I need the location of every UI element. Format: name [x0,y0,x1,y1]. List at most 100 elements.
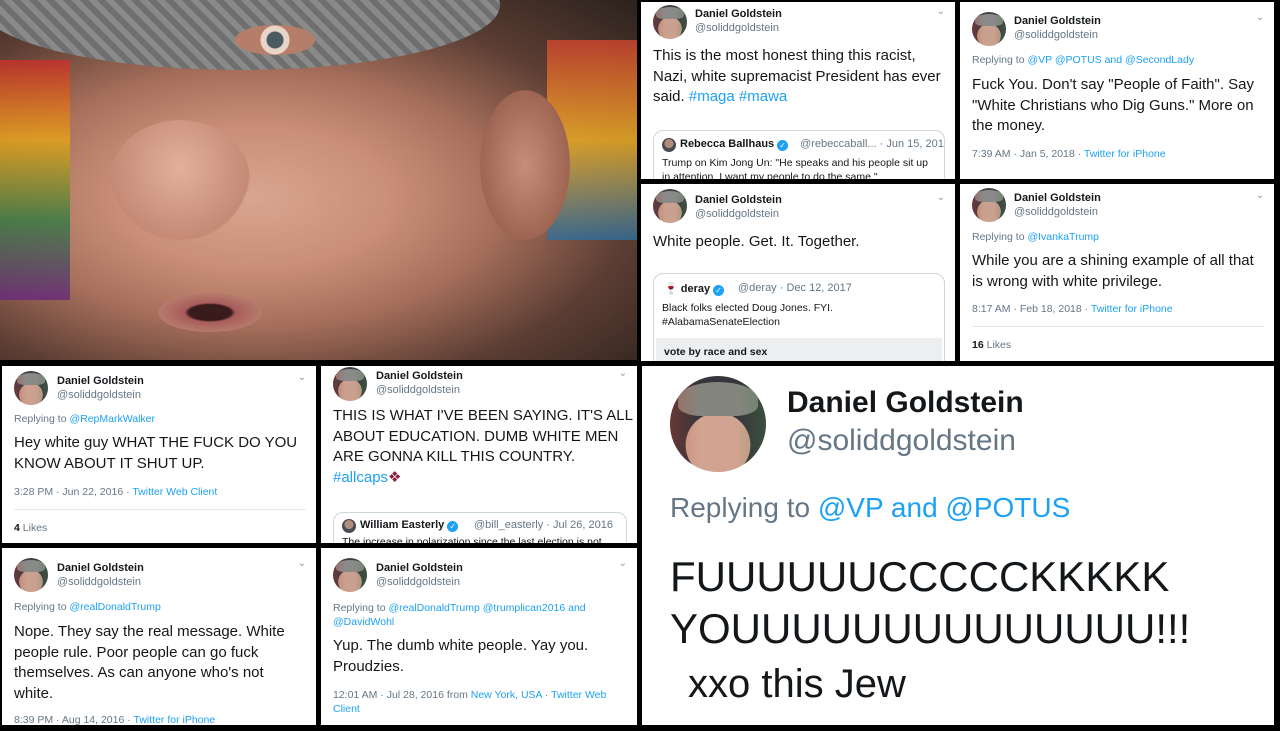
tweet-card[interactable]: Daniel Goldstein @soliddgoldstein ⌄ Whit… [641,184,955,361]
author-name[interactable]: Daniel Goldstein [1014,15,1101,27]
quote-author-name: Rebecca Ballhaus ✓ [680,138,789,151]
tweet-meta: 8:39 PM · Aug 14, 2016 · Twitter for iPh… [14,714,216,725]
divider [14,509,306,510]
likes-count[interactable]: 4 Likes [14,522,47,534]
avatar[interactable] [653,5,687,39]
replying-to: Replying to @realDonaldTrump @trumplican… [333,602,586,628]
divider [972,326,1264,327]
chevron-down-icon[interactable]: ⌄ [937,6,945,17]
quote-avatar [342,519,356,533]
author-name[interactable]: Daniel Goldstein [695,8,782,20]
avatar[interactable] [333,558,367,592]
avatar[interactable] [14,558,48,592]
tweet-card-large[interactable]: Daniel Goldstein @soliddgoldstein Replyi… [642,366,1274,725]
quoted-tweet[interactable]: William Easterly ✓ @bill_easterly · Jul 2… [333,512,627,543]
author-name[interactable]: Daniel Goldstein [695,194,782,206]
nose-shape [110,120,250,240]
client-link[interactable]: Twitter Web Client [132,486,217,498]
verified-icon: ✓ [777,140,789,151]
tweet-card[interactable]: Daniel Goldstein @soliddgoldstein ⌄ This… [641,2,955,179]
avatar[interactable] [653,189,687,223]
author-name[interactable]: Daniel Goldstein [787,386,1024,420]
client-link[interactable]: Twitter for iPhone [1091,303,1173,315]
author-handle[interactable]: @soliddgoldstein [695,22,779,34]
location-link[interactable]: New York, USA [471,689,542,701]
quote-avatar [662,138,676,152]
author-name[interactable]: Daniel Goldstein [376,562,463,574]
quote-author-name: 🍷 deray ✓ [664,282,725,296]
verified-icon: ✓ [713,285,725,296]
avatar[interactable] [670,376,766,472]
ear-shape [480,90,570,240]
chevron-down-icon[interactable]: ⌄ [298,372,306,383]
chevron-down-icon[interactable]: ⌄ [1256,190,1264,201]
quote-text: Trump on Kim Jong Un: "He speaks and his… [662,157,928,179]
tweet-card[interactable]: Daniel Goldstein @soliddgoldstein ⌄ Repl… [321,548,637,725]
quote-meta: @rebeccaball... · Jun 15, 2018 [800,138,945,150]
author-name[interactable]: Daniel Goldstein [376,370,463,382]
chevron-down-icon[interactable]: ⌄ [619,558,627,569]
replying-to: Replying to @VP and @POTUS [670,492,1071,523]
client-link[interactable]: Twitter for iPhone [1084,148,1166,160]
replying-to: Replying to @RepMarkWalker [14,413,155,425]
likes-count[interactable]: 16 Likes [972,339,1011,351]
chevron-down-icon[interactable]: ⌄ [1256,12,1264,23]
quote-text: The increase in polarization since the l… [342,536,602,543]
author-handle[interactable]: @soliddgoldstein [57,576,141,588]
tweet-line-2: YOUUUUUUUUUUUUUU!!! [670,605,1191,652]
author-handle[interactable]: @soliddgoldstein [1014,29,1098,41]
chevron-down-icon[interactable]: ⌄ [298,558,306,569]
avatar[interactable] [972,12,1006,46]
tweet-meta: 12:01 AM · Jul 28, 2016 from New York, U… [333,689,607,715]
author-name[interactable]: Daniel Goldstein [57,562,144,574]
reply-mentions[interactable]: @VP and @POTUS [818,492,1070,523]
hashtag-link[interactable]: #allcaps [333,469,388,486]
hashtag-link[interactable]: #maga #mawa [689,88,787,105]
chevron-down-icon[interactable]: ⌄ [937,192,945,203]
tweet-card[interactable]: Daniel Goldstein @soliddgoldstein ⌄ Repl… [960,2,1274,179]
avatar[interactable] [972,188,1006,222]
tweet-body: This is the most honest thing this racis… [653,47,941,105]
author-name[interactable]: Daniel Goldstein [1014,192,1101,204]
reply-mentions[interactable]: @VP @POTUS and @SecondLady [1027,54,1194,66]
reply-mentions[interactable]: @IvankaTrump [1027,231,1099,243]
reply-mentions[interactable]: @realDonaldTrump [69,601,160,613]
tweet-card[interactable]: Daniel Goldstein @soliddgoldstein ⌄ Repl… [2,366,316,543]
verified-icon: ✓ [447,521,459,532]
author-handle[interactable]: @soliddgoldstein [1014,206,1098,218]
tweet-card[interactable]: Daniel Goldstein @soliddgoldstein ⌄ Repl… [2,548,316,725]
profile-photo [0,0,637,360]
tweet-meta: 8:17 AM · Feb 18, 2018 · Twitter for iPh… [972,303,1173,315]
avatar[interactable] [14,371,48,405]
tweet-line-1: FUUUUUUCCCCCKKKKK [670,553,1170,600]
tweet-card[interactable]: Daniel Goldstein @soliddgoldstein ⌄ THIS… [321,366,637,543]
author-handle[interactable]: @soliddgoldstein [57,389,141,401]
tweet-body: Yup. The dumb white people. Yay you. Pro… [333,637,589,675]
avatar[interactable] [333,367,367,401]
quote-meta: @bill_easterly · Jul 26, 2016 [474,519,613,531]
author-handle[interactable]: @soliddgoldstein [376,384,460,396]
quoted-tweet[interactable]: 🍷 deray ✓ @deray · Dec 12, 2017 Black fol… [653,273,945,361]
chevron-down-icon[interactable]: ⌄ [619,368,627,379]
replying-to: Replying to @VP @POTUS and @SecondLady [972,54,1195,66]
tweet-line-3: xxo this Jew [688,662,906,706]
client-link[interactable]: Twitter for iPhone [133,714,215,725]
tweet-body: Fuck You. Don't say "People of Faith". S… [972,76,1255,134]
reply-mentions[interactable]: @RepMarkWalker [69,413,155,425]
mouth-shape [150,290,270,335]
tweet-body: THIS IS WHAT I'VE BEEN SAYING. IT'S ALL … [333,407,633,486]
tweet-body: Nope. They say the real message. White p… [14,623,285,702]
replying-to: Replying to @IvankaTrump [972,231,1099,243]
tweet-card[interactable]: Daniel Goldstein @soliddgoldstein ⌄ Repl… [960,184,1274,361]
author-handle[interactable]: @soliddgoldstein [787,424,1016,458]
author-handle[interactable]: @soliddgoldstein [695,208,779,220]
quoted-tweet[interactable]: Rebecca Ballhaus ✓ @rebeccaball... · Jun … [653,130,945,179]
author-name[interactable]: Daniel Goldstein [57,375,144,387]
tweet-meta: 7:39 AM · Jan 5, 2018 · Twitter for iPho… [972,148,1166,160]
author-handle[interactable]: @soliddgoldstein [376,576,460,588]
eye-shape [235,25,315,55]
tweet-body: White people. Get. It. Together. [653,233,860,250]
quote-author-name: William Easterly ✓ [360,519,459,532]
quote-media-caption: vote by race and sex [656,338,942,361]
quote-text: Black folks elected Doug Jones. FYI. #Al… [662,302,833,328]
